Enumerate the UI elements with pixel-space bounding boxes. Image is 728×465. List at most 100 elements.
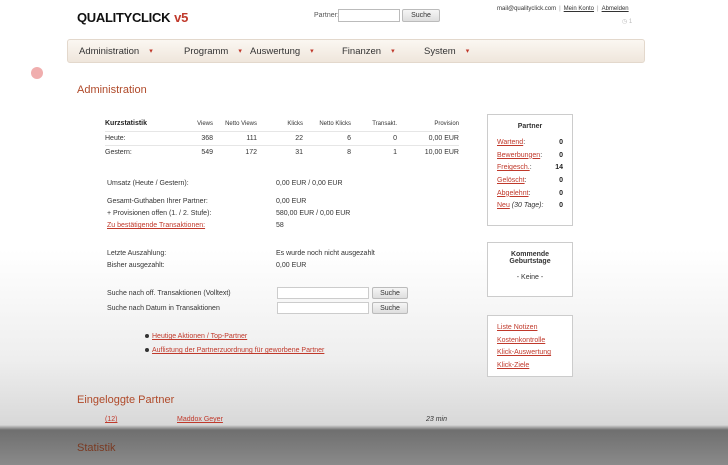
- logout-link[interactable]: Abmelden: [602, 6, 629, 12]
- partner-row-freigeschaltet[interactable]: Freigesch.: 14: [497, 164, 563, 177]
- main-nav: Administration ▾ Programm ▾ Auswertung ▾ Fi…: [67, 39, 645, 63]
- table-cell: 8: [347, 148, 351, 156]
- table-cell: 0: [393, 134, 397, 142]
- nav-auswertung[interactable]: Auswertung ▾: [250, 46, 314, 57]
- table-cell: Heute:: [105, 134, 126, 142]
- column-header: Netto Views: [225, 120, 257, 127]
- bullet-icon: [145, 334, 149, 339]
- admin-heading: Administration: [77, 84, 147, 96]
- partner-row-suffix: :: [529, 164, 532, 172]
- chevron-down-icon: ▾: [149, 48, 153, 55]
- list-item: Auflistung der Partnerzuordnung für gewo…: [145, 347, 324, 354]
- search-transaktionen-input[interactable]: [277, 287, 369, 299]
- table-cell: 10,00 EUR: [424, 148, 459, 156]
- partner-row-value: 0: [559, 202, 563, 210]
- nav-label: System: [424, 45, 456, 57]
- table-cell: 22: [295, 134, 303, 142]
- ausgezahlt-value: 0,00 EUR: [276, 262, 307, 269]
- nav-label: Programm: [184, 45, 229, 57]
- search-transaktionen-label: Suche nach off. Transaktionen (Volltext): [107, 290, 231, 297]
- umsatz-value: 0,00 EUR / 0,00 EUR: [276, 180, 343, 187]
- birthday-value: - Keine -: [516, 274, 544, 281]
- table-cell: 31: [295, 148, 303, 156]
- partner-row-value: 0: [559, 177, 563, 185]
- chevron-down-icon: ▾: [465, 48, 470, 55]
- top-links: mail@qualityclick.com | Mein Konto | Abmelde…: [497, 6, 629, 12]
- search-date-button[interactable]: Suche: [372, 302, 408, 314]
- nav-label: Administration: [79, 45, 140, 57]
- nav-programm[interactable]: Programm ▾: [184, 46, 242, 57]
- my-account-link[interactable]: Mein Konto: [564, 6, 594, 12]
- partner-row-suffix: :: [540, 151, 543, 159]
- kostenkontrolle-link[interactable]: Kostenkontrolle: [497, 337, 545, 344]
- nav-label: Finanzen: [342, 45, 382, 57]
- partner-row-abgelehnt[interactable]: Abgelehnt: 0: [497, 190, 563, 203]
- liste-notizen-link[interactable]: Liste Notizen: [497, 324, 537, 331]
- birthday-title-line1: Kommende: [510, 251, 550, 258]
- column-header: Netto Klicks: [319, 120, 351, 127]
- table-row: Heute: 368 111 22 6 0 0,00 EUR: [105, 131, 459, 145]
- provisionen-label: + Provisionen offen (1. / 2. Stufe):: [107, 210, 212, 217]
- partner-search-button[interactable]: Suche: [402, 9, 440, 22]
- partner-search-label: Partner:: [314, 12, 339, 19]
- logo-version: v5: [174, 10, 189, 25]
- partner-row-geloescht[interactable]: Gelöscht: 0: [497, 177, 563, 190]
- partner-row-label: Bewerbungen: [497, 151, 541, 159]
- table-cell: 0,00 EUR: [428, 134, 459, 142]
- kurzstatistik-table: Kurzstatistik Views Netto Views Klicks N…: [105, 117, 459, 159]
- partner-row-label: Wartend: [497, 139, 524, 146]
- bullet-icon: [145, 348, 149, 353]
- klick-ziele-link[interactable]: Klick-Ziele: [497, 362, 529, 369]
- partner-row-label: Gelöscht: [497, 177, 525, 185]
- mouse-cursor-highlight: [31, 67, 43, 79]
- search-date-input[interactable]: [277, 302, 369, 314]
- transaktionen-link[interactable]: Zu bestätigende Transaktionen:: [107, 222, 205, 229]
- chevron-down-icon: ▾: [238, 48, 242, 55]
- table-cell: 6: [347, 134, 351, 142]
- transaktionen-value: 58: [276, 222, 284, 229]
- auszahlung-value: Es wurde noch nicht ausgezahlt: [276, 250, 375, 257]
- provisionen-value: 580,00 EUR / 0,00 EUR: [276, 210, 351, 217]
- list-item: Heutige Aktionen / Top-Partner: [145, 333, 247, 340]
- partner-search-input[interactable]: [338, 9, 400, 22]
- table-cell: 1: [393, 148, 397, 156]
- nav-finanzen[interactable]: Finanzen ▾: [342, 46, 395, 57]
- partner-box: Partner Wartend: 0 Bewerbungen: 0 Freigesc…: [487, 114, 573, 226]
- logo[interactable]: QUALITYCLICK v5: [77, 10, 188, 25]
- eingeloggt-heading: Eingeloggte Partner: [77, 394, 175, 406]
- partnerzuordnung-link[interactable]: Auflistung der Partnerzuordnung für gewo…: [152, 347, 324, 354]
- eingeloggt-count-link[interactable]: (12): [105, 416, 117, 423]
- partner-row-suffix: :: [523, 139, 526, 146]
- nav-administration[interactable]: Administration ▾: [79, 46, 153, 57]
- partner-row-bewerbungen[interactable]: Bewerbungen: 0: [497, 152, 563, 165]
- search-date-label: Suche nach Datum in Transaktionen: [107, 305, 220, 312]
- eingeloggt-partner-link[interactable]: Maddox Geyer: [177, 416, 223, 423]
- partner-row-wartend[interactable]: Wartend: 0: [497, 139, 563, 152]
- partner-row-label: Abgelehnt: [497, 189, 529, 197]
- partner-row-value: 0: [559, 189, 563, 197]
- partner-row-label: Freigesch.: [497, 164, 530, 172]
- partner-row-suffix: :: [528, 189, 531, 197]
- chevron-down-icon: ▾: [391, 48, 395, 55]
- table-cell: 549: [201, 148, 213, 156]
- column-header: Transakt.: [372, 120, 397, 127]
- nav-system[interactable]: System ▾: [424, 46, 469, 57]
- partner-row-suffix: :: [524, 177, 527, 185]
- table-cell: 111: [246, 134, 257, 142]
- table-cell: 368: [201, 134, 213, 142]
- guthaben-label: Gesamt-Guthaben Ihrer Partner:: [107, 198, 208, 205]
- search-transaktionen-button[interactable]: Suche: [372, 287, 408, 299]
- partner-row-label: Neu: [497, 202, 510, 210]
- guthaben-value: 0,00 EUR: [276, 198, 307, 205]
- clock-indicator: ◷ 1: [622, 19, 633, 25]
- ausgezahlt-label: Bisher ausgezahlt:: [107, 262, 165, 269]
- auszahlung-label: Letzte Auszahlung:: [107, 250, 167, 257]
- klick-auswertung-link[interactable]: Klick-Auswertung: [497, 349, 551, 356]
- heutige-aktionen-link[interactable]: Heutige Aktionen / Top-Partner: [152, 333, 247, 340]
- links-box: Liste Notizen Kostenkontrolle Klick-Ausw…: [487, 315, 573, 377]
- birthday-box: Kommende Geburtstage - Keine -: [487, 242, 573, 297]
- partner-row-neu[interactable]: Neu (30 Tage): 0: [497, 202, 563, 215]
- umsatz-label: Umsatz (Heute / Gestern):: [107, 180, 189, 187]
- column-header: Klicks: [287, 120, 303, 127]
- chevron-down-icon: ▾: [310, 48, 314, 55]
